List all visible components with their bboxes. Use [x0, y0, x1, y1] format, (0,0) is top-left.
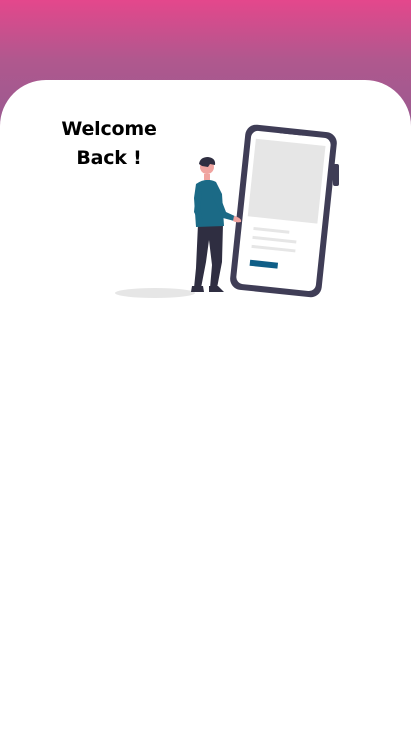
content-card: Welcome Back !	[0, 80, 411, 734]
person-with-phone-illustration	[115, 124, 339, 298]
phone-screen-image	[247, 138, 326, 224]
phone-icon	[230, 124, 337, 298]
ground-shadow	[115, 288, 195, 298]
